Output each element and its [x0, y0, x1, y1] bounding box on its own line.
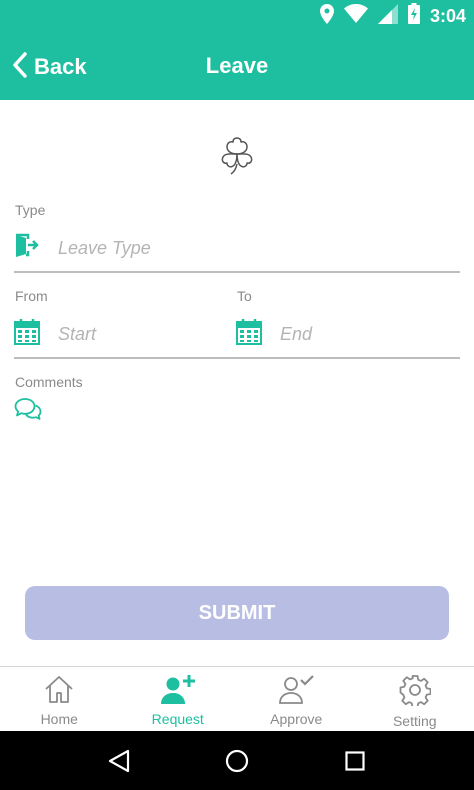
- type-label: Type: [15, 202, 46, 218]
- nav-item-home[interactable]: Home: [0, 667, 119, 731]
- leave-type-field[interactable]: Leave Type: [14, 226, 460, 270]
- submit-button[interactable]: SUBMIT: [25, 586, 449, 640]
- comments-field[interactable]: [14, 396, 460, 426]
- location-icon: [319, 3, 334, 29]
- nav-item-approve[interactable]: Approve: [237, 667, 356, 731]
- nav-label-request: Request: [151, 711, 204, 727]
- chat-bubbles-icon: [14, 397, 42, 426]
- home-icon: [43, 674, 75, 709]
- recents-square-icon[interactable]: [335, 741, 375, 781]
- comments-label: Comments: [15, 374, 83, 390]
- status-time: 3:04: [429, 5, 466, 26]
- bottom-nav: Home Request Approve Setting: [0, 666, 474, 731]
- user-check-icon: [278, 674, 315, 709]
- nav-label-home: Home: [40, 711, 78, 727]
- app-bar: Back Leave: [0, 33, 474, 100]
- gear-icon: [399, 674, 432, 711]
- signal-icon: [377, 3, 398, 29]
- status-icons: 3:04: [319, 3, 466, 29]
- nav-label-setting: Setting: [392, 713, 437, 729]
- add-user-icon: [160, 674, 196, 709]
- back-triangle-icon[interactable]: [99, 741, 139, 781]
- clover-icon: [217, 136, 257, 178]
- start-date-field[interactable]: Start: [14, 312, 224, 356]
- nav-label-approve: Approve: [270, 711, 323, 727]
- from-label: From: [15, 288, 48, 304]
- chevron-left-icon: [12, 51, 28, 83]
- calendar-icon: [14, 318, 40, 350]
- home-circle-icon[interactable]: [217, 741, 257, 781]
- back-label: Back: [34, 54, 87, 79]
- nav-item-setting[interactable]: Setting: [356, 667, 474, 731]
- wifi-icon: [343, 4, 368, 28]
- end-date-field[interactable]: End: [236, 312, 460, 356]
- back-button[interactable]: Back: [12, 47, 87, 87]
- date-divider: [14, 357, 460, 359]
- calendar-icon: [236, 318, 262, 350]
- system-nav-bar: [0, 731, 474, 790]
- status-bar: 3:04: [0, 0, 474, 33]
- nav-item-request[interactable]: Request: [119, 667, 238, 731]
- leave-type-placeholder: Leave Type: [58, 237, 151, 258]
- type-divider: [14, 271, 460, 273]
- exit-door-icon: [14, 233, 40, 264]
- start-placeholder: Start: [58, 323, 97, 344]
- battery-charging-icon: [407, 3, 420, 29]
- end-placeholder: End: [280, 323, 313, 344]
- to-label: To: [237, 288, 252, 304]
